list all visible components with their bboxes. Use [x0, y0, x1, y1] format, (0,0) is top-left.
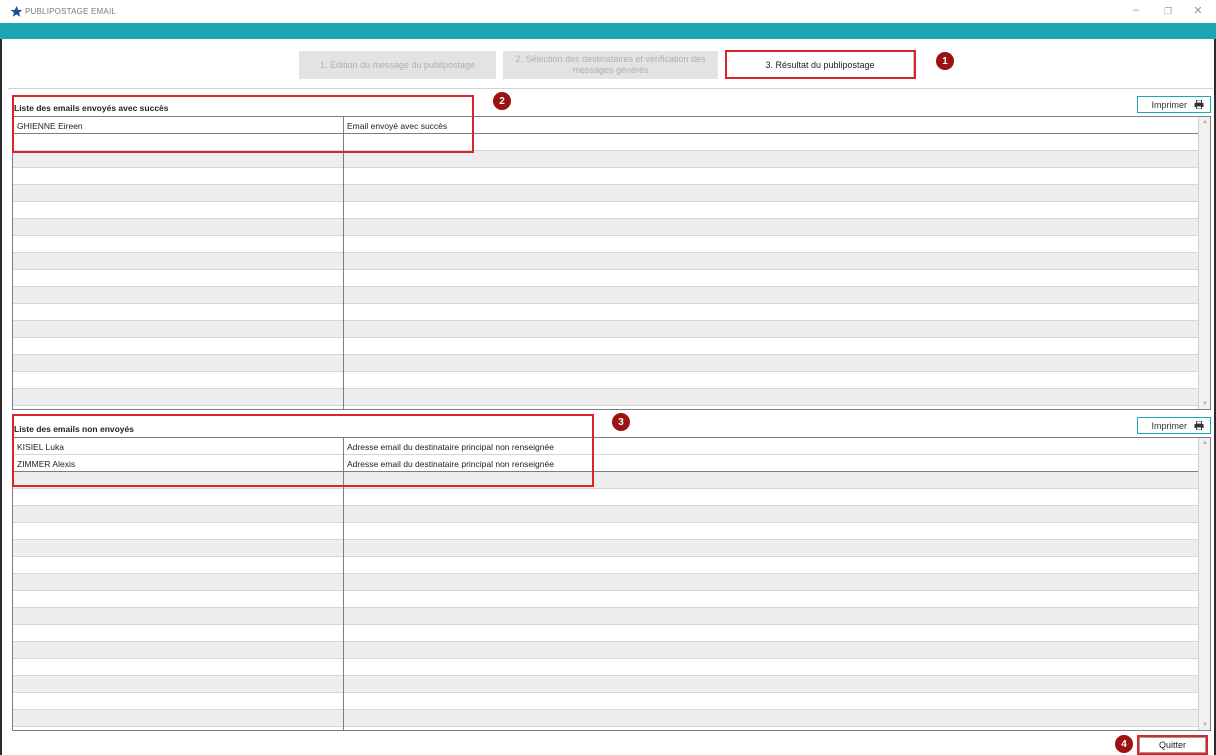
annotation-box-4	[1137, 735, 1208, 755]
table-row-empty	[13, 540, 1199, 557]
table-row-empty	[13, 389, 1199, 406]
table-row-empty	[13, 304, 1199, 321]
printer-icon	[1194, 421, 1204, 430]
table-row-empty	[13, 591, 1199, 608]
table-row-empty	[13, 355, 1199, 372]
table-row-empty	[13, 710, 1199, 727]
table-row-empty	[13, 202, 1199, 219]
close-button[interactable]: ✕	[1191, 4, 1205, 17]
print-unsent-button[interactable]: Imprimer	[1137, 417, 1211, 434]
table-row-empty	[13, 523, 1199, 540]
annotation-badge-3: 3	[612, 413, 630, 431]
table-row-empty	[13, 642, 1199, 659]
table-row-empty	[13, 287, 1199, 304]
annotation-box-3	[12, 414, 594, 487]
table-row-empty	[13, 219, 1199, 236]
restore-button[interactable]: ❐	[1161, 6, 1175, 17]
scroll-up-icon[interactable]: ▲	[1202, 119, 1208, 125]
step-1-tab: 1. Edition du message du publipostage	[299, 51, 496, 79]
annotation-box-1	[725, 50, 916, 79]
annotation-badge-4: 4	[1115, 735, 1133, 753]
minimize-button[interactable]: –	[1129, 4, 1143, 16]
table-row-empty	[13, 270, 1199, 287]
app-star-icon	[10, 5, 23, 17]
window-title: PUBLIPOSTAGE EMAIL	[25, 7, 117, 16]
print-sent-button[interactable]: Imprimer	[1137, 96, 1211, 113]
print-unsent-label: Imprimer	[1151, 420, 1188, 431]
table-row-empty	[13, 608, 1199, 625]
table-row-empty	[13, 693, 1199, 710]
table-row-empty	[13, 168, 1199, 185]
table-row-empty	[13, 236, 1199, 253]
table-row-empty	[13, 659, 1199, 676]
table-row-empty	[13, 321, 1199, 338]
header-accent-bar	[0, 23, 1216, 39]
column-separator	[343, 117, 344, 409]
scroll-up-icon[interactable]: ▲	[1202, 440, 1208, 446]
annotation-badge-2: 2	[493, 92, 511, 110]
table-row-empty	[13, 574, 1199, 591]
sent-table-scrollbar[interactable]: ▲ ▼	[1198, 117, 1210, 409]
table-row-empty	[13, 676, 1199, 693]
sent-emails-table: GHIENNE Eireen Email envoyé avec succès …	[12, 116, 1211, 410]
table-row-empty	[13, 489, 1199, 506]
table-row-empty	[13, 372, 1199, 389]
table-row-empty	[13, 506, 1199, 523]
unsent-table-scrollbar[interactable]: ▲ ▼	[1198, 438, 1210, 730]
table-row-empty	[13, 185, 1199, 202]
window-border-left	[0, 39, 2, 755]
printer-icon	[1194, 100, 1204, 109]
table-row-empty	[13, 625, 1199, 642]
steps-divider	[8, 88, 1213, 89]
table-row-empty	[13, 338, 1199, 355]
step-2-label: 2. Sélection des destinataires et vérifi…	[515, 54, 706, 75]
print-sent-label: Imprimer	[1151, 99, 1188, 110]
annotation-badge-1: 1	[936, 52, 954, 70]
scroll-down-icon[interactable]: ▼	[1202, 722, 1208, 728]
annotation-box-2	[12, 95, 474, 153]
table-row-empty	[13, 557, 1199, 574]
step-1-label: 1. Edition du message du publipostage	[319, 59, 476, 70]
scroll-down-icon[interactable]: ▼	[1202, 401, 1208, 407]
table-row-empty	[13, 253, 1199, 270]
step-2-tab: 2. Sélection des destinataires et vérifi…	[503, 51, 718, 79]
window-titlebar: PUBLIPOSTAGE EMAIL – ❐ ✕	[0, 0, 1216, 23]
table-row-empty	[13, 151, 1199, 168]
